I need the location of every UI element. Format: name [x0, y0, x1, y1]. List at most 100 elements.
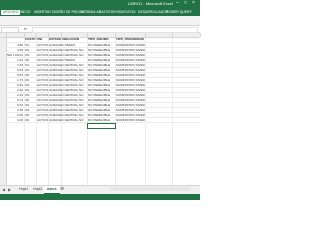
cell-tipo-proveedor[interactable]: SUMINISTRO DIVERSOS [116, 68, 145, 72]
cell-estado[interactable]: ACTIVO [37, 108, 48, 112]
cell-estado[interactable]: ACTIVO [37, 53, 48, 57]
cell-costo[interactable]: 3.01 [6, 53, 23, 57]
tab-inicio[interactable]: INICIO [20, 10, 30, 14]
cell-costo[interactable]: 5.73 [6, 98, 23, 102]
cell-ubicacion[interactable]: ALMACEN TIENDA [49, 43, 87, 47]
cell-ubicacion[interactable]: ALMACEN CENTRAL NO [49, 48, 87, 52]
cell-tipo-proveedor[interactable]: SUMINISTRO DIVERSOS [116, 73, 145, 77]
cell-ubicacion[interactable]: ALMACEN CENTRAL NO [49, 113, 87, 117]
cell-ubicacion[interactable]: ALMACEN CENTRAL NO [49, 53, 87, 57]
fx-icon[interactable]: fx [24, 26, 27, 31]
close-icon[interactable]: × [192, 1, 195, 6]
cell-estado[interactable]: ACTIVO [37, 43, 48, 47]
cell-tipo-insumo[interactable]: NO PERECIBLE [88, 113, 115, 117]
cell-tipo-insumo[interactable]: NO PERECIBLE [88, 43, 115, 47]
worksheet-grid[interactable]: COSTO UNI ESTADO UBICACION TIPO_INSUMO T… [0, 33, 201, 185]
cell-tipo-proveedor[interactable]: SUMINISTRO DIVERSOS [116, 113, 145, 117]
cell-ubicacion[interactable]: ALMACEN CENTRAL NO [49, 98, 87, 102]
tab-vista[interactable]: VISTA [126, 10, 136, 14]
cell-uni[interactable]: UN [25, 93, 36, 97]
tab-archivo[interactable]: ARCHIVO [1, 10, 21, 15]
cell-tipo-insumo[interactable]: NO PERECIBLE [88, 103, 115, 107]
cell-ubicacion[interactable]: ALMACEN CENTRAL NO [49, 118, 87, 122]
cell-ubicacion[interactable]: ALMACEN CENTRAL NO [49, 103, 87, 107]
cell-uni[interactable]: UN [25, 103, 36, 107]
cell-costo[interactable]: 2.40 [6, 88, 23, 92]
cell-costo[interactable]: 2.23 [6, 93, 23, 97]
cell-tipo-proveedor[interactable]: SUMINISTRO DIVERSOS [116, 43, 145, 47]
cell-ubicacion[interactable]: ALMACEN CENTRAL NO [49, 83, 87, 87]
header-ubicacion[interactable]: UBICACION [62, 37, 87, 41]
tab-revisar[interactable]: REVISAR [111, 10, 126, 14]
cell-tipo-proveedor[interactable]: SUMINISTRO DIVERSOS [116, 78, 145, 82]
cell-tipo-proveedor[interactable]: SUMINISTRO DIVERSOS [116, 48, 145, 52]
tab-diseno-de-pagina[interactable]: DISEÑO DE PÁGINA [52, 10, 84, 14]
next-sheet-icon[interactable]: ▶ [8, 187, 11, 192]
prev-sheet-icon[interactable]: ◀ [2, 187, 5, 192]
cell-uni[interactable]: UN [25, 118, 36, 122]
cell-estado[interactable]: ACTIVO [37, 78, 48, 82]
cell-estado[interactable]: ACTIVO [37, 58, 48, 62]
cell-estado[interactable]: ACTIVO [37, 93, 48, 97]
cell-ubicacion[interactable]: ALMACEN TIENDA [49, 58, 87, 62]
cell-tipo-insumo[interactable]: NO PERECIBLE [88, 88, 115, 92]
cell-ubicacion[interactable]: ALMACEN CENTRAL NO [49, 108, 87, 112]
header-tipo-insumo[interactable]: TIPO_INSUMO [88, 37, 115, 41]
cell-tipo-proveedor[interactable]: SUMINISTRO DIVERSOS [116, 108, 145, 112]
cell-tipo-insumo[interactable]: NO PERECIBLE [88, 93, 115, 97]
cell-costo[interactable]: 4.56 [6, 48, 23, 52]
cell-tipo-insumo[interactable]: NO PERECIBLE [88, 83, 115, 87]
cell-costo[interactable]: 5.81 [6, 83, 23, 87]
cell-uni[interactable]: UN [25, 78, 36, 82]
cell-tipo-proveedor[interactable]: SUMINISTRO DIVERSOS [116, 98, 145, 102]
cell-tipo-insumo[interactable]: NO PERECIBLE [88, 78, 115, 82]
cell-tipo-insumo[interactable]: NO PERECIBLE [88, 98, 115, 102]
cell-uni[interactable]: UN [25, 113, 36, 117]
add-sheet-icon[interactable]: ⊕ [60, 187, 64, 192]
cell-tipo-proveedor[interactable]: SUMINISTRO DIVERSOS [116, 83, 145, 87]
cell-uni[interactable]: UN [25, 108, 36, 112]
header-uni[interactable]: UNI [37, 37, 48, 41]
horizontal-scrollbar[interactable] [110, 187, 190, 191]
cell-costo[interactable]: 1.81 [6, 58, 23, 62]
tab-desarrollador[interactable]: DESARROLLADOR [138, 10, 168, 14]
cell-tipo-proveedor[interactable]: SUMINISTRO DIVERSOS [116, 63, 145, 67]
cell-tipo-insumo[interactable]: NO PERECIBLE [88, 118, 115, 122]
cell-estado[interactable]: ACTIVO [37, 113, 48, 117]
cell-ubicacion[interactable]: ALMACEN CENTRAL NO [49, 68, 87, 72]
cell-costo[interactable]: 1.73 [6, 78, 23, 82]
cell-estado[interactable]: ACTIVO [37, 73, 48, 77]
cell-ubicacion[interactable]: ALMACEN CENTRAL NO [49, 63, 87, 67]
cell-costo[interactable]: 7.63 [6, 63, 23, 67]
cell-tipo-proveedor[interactable]: SUMINISTRO DIVERSOS [116, 58, 145, 62]
cell-uni[interactable]: S/L [25, 43, 36, 47]
tab-datos[interactable]: DATOS [99, 10, 110, 14]
cell-tipo-insumo[interactable]: NO PERECIBLE [88, 63, 115, 67]
cell-estado[interactable]: ACTIVO [37, 118, 48, 122]
cell-uni[interactable]: UN [25, 73, 36, 77]
cell-uni[interactable]: UN [25, 83, 36, 87]
cell-estado[interactable]: ACTIVO [37, 83, 48, 87]
cell-uni[interactable]: UN [25, 58, 36, 62]
cell-costo[interactable]: 2.38 [6, 108, 23, 112]
column-header[interactable] [145, 33, 173, 37]
cell-estado[interactable]: ACTIVO [37, 48, 48, 52]
cell-estado[interactable]: ACTIVO [37, 88, 48, 92]
cell-uni[interactable]: UN [25, 48, 36, 52]
cell-costo[interactable]: 8.53 [6, 73, 23, 77]
cell-tipo-proveedor[interactable]: SUMINISTRO DIVERSOS [116, 93, 145, 97]
cell-tipo-insumo[interactable]: NO PERECIBLE [88, 68, 115, 72]
cell-costo[interactable]: 5.53 [6, 68, 23, 72]
cell-costo[interactable]: 6.33 [6, 103, 23, 107]
tab-power-query[interactable]: POWER QUERY [166, 10, 192, 14]
cell-tipo-insumo[interactable]: NO PERECIBLE [88, 58, 115, 62]
cell-tipo-insumo[interactable]: NO PERECIBLE [88, 108, 115, 112]
tab-insertar[interactable]: INSERTAR [34, 10, 51, 14]
cell-tipo-proveedor[interactable]: SUMINISTRO DIVERSOS [116, 118, 145, 122]
cell-costo[interactable]: 1.00 [6, 118, 23, 122]
cell-estado[interactable]: ACTIVO [37, 103, 48, 107]
column-header[interactable] [172, 33, 201, 37]
cell-uni[interactable]: S/L [25, 63, 36, 67]
cell-ubicacion[interactable]: ALMACEN CENTRAL NO [49, 73, 87, 77]
minimize-icon[interactable]: – [176, 1, 179, 6]
